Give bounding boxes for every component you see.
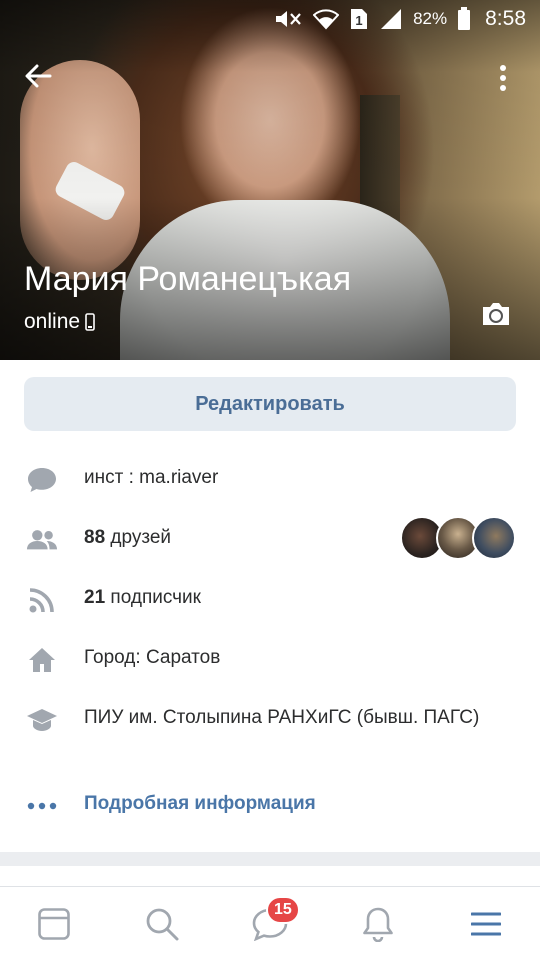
comment-icon [26,464,58,496]
online-status: online [24,310,95,334]
friends-avatars[interactable] [400,516,518,560]
back-arrow-icon [25,64,52,88]
more-horizontal-icon [26,790,58,822]
camera-icon [483,303,509,325]
nav-news-button[interactable] [24,894,84,954]
profile-info-card: Редактировать инст : ma.riaver 88 друзей [0,360,540,852]
mute-icon [273,9,303,29]
online-status-text: online [24,310,81,333]
photo-shade-overlay [0,0,540,360]
followers-count: 21 [84,587,106,608]
nav-notifications-button[interactable] [348,894,408,954]
menu-icon [471,912,501,935]
mobile-icon [85,313,95,331]
messages-badge: 15 [266,895,300,924]
edit-profile-button[interactable]: Редактировать [24,377,516,431]
back-button[interactable] [20,58,56,94]
friends-count: 88 [84,527,106,548]
search-icon [146,908,179,940]
more-info-label: Подробная информация [84,793,316,814]
followers-text: 21 подписчик [84,584,504,612]
friend-avatar[interactable] [472,516,516,560]
signal-icon [379,8,403,30]
status-bar: 1 82% 8:58 [0,0,540,38]
battery-icon [457,7,471,31]
camera-button[interactable] [478,298,514,330]
nav-search-button[interactable] [132,894,192,954]
more-options-button[interactable] [488,60,518,96]
more-vertical-icon [500,65,506,91]
battery-percent: 82% [413,9,448,28]
bottom-navigation: 15 [0,886,540,960]
news-icon [38,907,70,940]
about-text: инст : ma.riaver [84,467,219,488]
nav-messages-button[interactable]: 15 [240,894,300,954]
friends-word: друзей [110,527,172,548]
followers-word: подписчик [110,587,201,608]
wifi-icon [313,8,340,30]
city-text: Город: Саратов [84,647,221,668]
svg-text:1: 1 [355,13,362,28]
graduation-cap-icon [26,704,58,736]
profile-screen: 1 82% 8:58 Мария Романецъкая online Реда… [0,0,540,960]
home-icon [26,644,58,676]
friends-icon [26,524,58,556]
notifications-icon [363,907,393,942]
education-text: ПИУ им. Столыпина РАНХиГС (бывш. ПАГС) [84,707,480,728]
sim-icon: 1 [349,7,369,31]
status-time: 8:58 [485,7,526,30]
profile-name: Мария Романецъкая [24,260,352,298]
nav-menu-button[interactable] [456,894,516,954]
rss-icon [26,584,58,616]
profile-cover-photo[interactable] [0,0,540,360]
